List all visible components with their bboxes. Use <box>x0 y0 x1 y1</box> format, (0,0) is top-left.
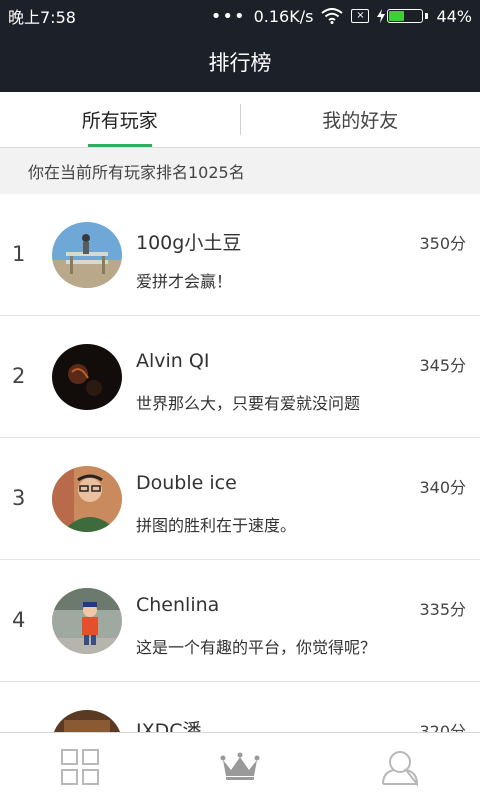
grid-icon <box>61 748 99 785</box>
nav-profile[interactable] <box>320 733 480 800</box>
player-name: 100g小土豆 <box>136 232 242 254</box>
list-item[interactable]: 3 Double ice 340分 拼图的胜利在于速度。 <box>0 438 480 560</box>
avatar <box>52 588 122 654</box>
rank-number: 1 <box>12 242 26 266</box>
battery-indicator <box>377 9 429 23</box>
charging-icon <box>377 9 386 23</box>
tab-bar: 所有玩家 我的好友 <box>0 92 480 148</box>
rank-number: 4 <box>12 608 26 632</box>
tab-label: 我的好友 <box>322 110 399 132</box>
bottom-nav <box>0 732 480 800</box>
leaderboard-list[interactable]: 1 100g小土豆 350分 爱拼才会赢！ 2 Alvin QI 345分 世界… <box>0 194 480 732</box>
rank-number: 2 <box>12 364 26 388</box>
player-score: 320分 <box>419 722 466 732</box>
player-motto: 世界那么大，只要有爱就没问题 <box>136 394 361 413</box>
player-motto: 这是一个有趣的平台，你觉得呢？ <box>136 638 377 657</box>
player-motto: 拼图的胜利在于速度。 <box>136 516 297 535</box>
avatar <box>52 710 122 732</box>
status-indicators: ••• 0.16K/s × 44% <box>211 6 472 27</box>
tab-my-friends[interactable]: 我的好友 <box>241 92 480 147</box>
player-name: IXDC潘 <box>136 720 202 732</box>
user-icon <box>382 750 419 786</box>
player-name: Alvin QI <box>136 350 210 372</box>
player-name: Double ice <box>136 472 237 494</box>
player-score: 335分 <box>419 600 466 619</box>
player-score: 340分 <box>419 478 466 497</box>
avatar <box>52 344 122 410</box>
nav-leaderboard[interactable] <box>160 733 320 800</box>
avatar <box>52 222 122 288</box>
player-score: 350分 <box>419 234 466 253</box>
nav-home[interactable] <box>0 733 160 800</box>
network-speed: 0.16K/s <box>253 6 314 26</box>
status-bar: 晚上7:58 ••• 0.16K/s × 44% <box>0 0 480 32</box>
tab-all-players[interactable]: 所有玩家 <box>0 92 240 147</box>
crown-icon <box>220 752 260 780</box>
page-title: 排行榜 <box>208 51 272 75</box>
battery-fill <box>389 11 404 21</box>
wifi-icon <box>321 8 344 24</box>
my-rank-banner: 你在当前所有玩家排名1025名 <box>0 148 480 194</box>
list-item[interactable]: 2 Alvin QI 345分 世界那么大，只要有爱就没问题 <box>0 316 480 438</box>
rank-number: 3 <box>12 486 26 510</box>
status-time: 晚上7:58 <box>8 8 76 27</box>
player-name: Chenlina <box>136 594 220 616</box>
player-score: 345分 <box>419 356 466 375</box>
battery-tip <box>425 13 429 19</box>
tab-label: 所有玩家 <box>81 110 158 132</box>
avatar <box>52 466 122 532</box>
more-dots: ••• <box>210 5 246 27</box>
title-bar: 排行榜 <box>0 32 480 92</box>
battery-icon <box>387 9 424 23</box>
no-sim-icon: × <box>351 9 370 23</box>
list-item[interactable]: 5 IXDC潘 320分 <box>0 682 480 732</box>
player-motto: 爱拼才会赢！ <box>136 272 233 291</box>
list-item[interactable]: 1 100g小土豆 350分 爱拼才会赢！ <box>0 194 480 316</box>
my-rank-text: 你在当前所有玩家排名1025名 <box>28 163 245 182</box>
list-item[interactable]: 4 Chenlina 335分 这是一个有趣的平台，你觉得呢？ <box>0 560 480 682</box>
battery-percent: 44% <box>436 6 472 26</box>
